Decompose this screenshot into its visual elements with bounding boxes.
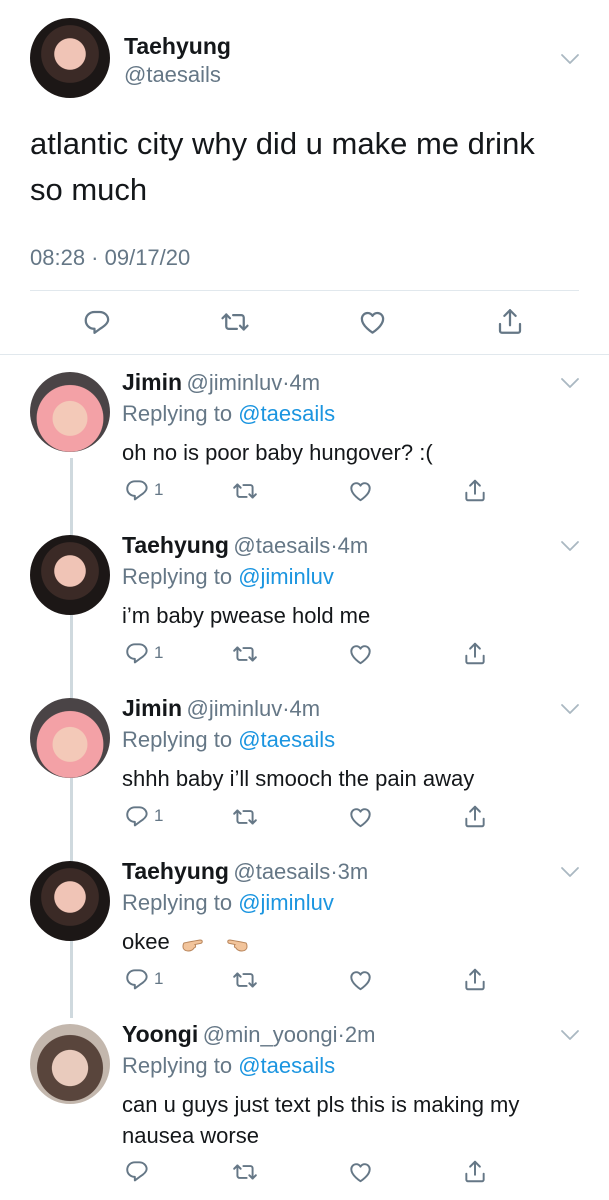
replying-to-link[interactable]: @taesails xyxy=(238,401,335,426)
reply-icon[interactable] xyxy=(82,307,112,337)
author-handle[interactable]: @taesails xyxy=(124,62,221,88)
avatar[interactable] xyxy=(30,1024,110,1104)
replying-prefix: Replying to xyxy=(122,727,233,752)
reply-time: 4m xyxy=(337,533,369,558)
replying-to-link[interactable]: @jiminluv xyxy=(238,890,334,915)
retweet-icon[interactable] xyxy=(231,478,259,504)
share-icon[interactable] xyxy=(495,306,525,337)
reply-icon[interactable] xyxy=(124,966,150,992)
replying-to: Replying to @taesails xyxy=(122,727,335,753)
author-handle[interactable]: @taesails xyxy=(233,859,330,884)
like-icon[interactable] xyxy=(347,1159,374,1185)
reply-time: 4m xyxy=(289,696,321,721)
reply-text: okee xyxy=(122,929,170,954)
reply-action[interactable]: 1 xyxy=(124,640,163,666)
chevron-down-icon[interactable] xyxy=(560,703,580,715)
separator-dot: · xyxy=(330,533,338,558)
reply-action[interactable]: 1 xyxy=(124,803,163,829)
author-handle[interactable]: @jiminluv xyxy=(187,696,283,721)
author-name[interactable]: Taehyung xyxy=(122,532,229,558)
retweet-icon[interactable] xyxy=(231,1159,259,1185)
reply-header: Jimin @jiminluv·4m xyxy=(122,369,320,396)
author-name[interactable]: Jimin xyxy=(122,695,182,721)
reply-text-row: okee xyxy=(122,926,582,957)
reply-time: 3m xyxy=(337,859,369,884)
replying-prefix: Replying to xyxy=(122,401,233,426)
replying-to: Replying to @jiminluv xyxy=(122,564,334,590)
reply-time: 2m xyxy=(344,1022,376,1047)
author-handle[interactable]: @min_yoongi xyxy=(203,1022,338,1047)
like-icon[interactable] xyxy=(347,804,374,830)
avatar[interactable] xyxy=(30,18,110,98)
author-name[interactable]: Jimin xyxy=(122,369,182,395)
share-icon[interactable] xyxy=(462,803,488,830)
chevron-down-icon[interactable] xyxy=(560,866,580,878)
separator-dot: · xyxy=(337,1022,345,1047)
chevron-down-icon[interactable] xyxy=(560,540,580,552)
avatar[interactable] xyxy=(30,372,110,452)
reply-action[interactable] xyxy=(124,1158,154,1184)
author-name[interactable]: Taehyung xyxy=(122,858,229,884)
author-handle[interactable]: @jiminluv xyxy=(187,370,283,395)
replying-to: Replying to @taesails xyxy=(122,401,335,427)
like-icon[interactable] xyxy=(357,307,388,337)
tweet-timestamp[interactable]: 08:28 · 09/17/20 xyxy=(30,245,190,271)
replying-prefix: Replying to xyxy=(122,890,233,915)
reply-icon[interactable] xyxy=(124,477,150,503)
reply-count: 1 xyxy=(154,643,164,662)
author-name[interactable]: Yoongi xyxy=(122,1021,198,1047)
reply-text: i’m baby pwease hold me xyxy=(122,603,371,628)
chevron-down-icon[interactable] xyxy=(560,1029,580,1041)
divider xyxy=(0,354,609,355)
separator-dot: · xyxy=(282,370,290,395)
reply-header: Taehyung @taesails·3m xyxy=(122,858,368,885)
share-icon[interactable] xyxy=(462,640,488,667)
reply-action[interactable]: 1 xyxy=(124,477,163,503)
divider xyxy=(30,290,579,291)
replying-to-link[interactable]: @jiminluv xyxy=(238,564,334,589)
reply-text: shhh baby i’ll smooch the pain away xyxy=(122,766,475,791)
retweet-icon[interactable] xyxy=(231,967,259,993)
replying-to-link[interactable]: @taesails xyxy=(238,727,335,752)
replying-to: Replying to @taesails xyxy=(122,1053,335,1079)
reply-text: oh no is poor baby hungover? :( xyxy=(122,440,433,465)
reply-icon[interactable] xyxy=(124,803,150,829)
author-name[interactable]: Taehyung xyxy=(124,33,231,60)
reply-header: Yoongi @min_yoongi·2m xyxy=(122,1021,375,1048)
avatar[interactable] xyxy=(30,535,110,615)
like-icon[interactable] xyxy=(347,478,374,504)
reply-count: 1 xyxy=(154,480,164,499)
separator-dot: · xyxy=(330,859,338,884)
pointing-fingers-emoji xyxy=(182,939,248,952)
reply-action[interactable]: 1 xyxy=(124,966,163,992)
like-icon[interactable] xyxy=(347,967,374,993)
replying-prefix: Replying to xyxy=(122,564,233,589)
replying-to-link[interactable]: @taesails xyxy=(238,1053,335,1078)
reply-time: 4m xyxy=(289,370,321,395)
avatar[interactable] xyxy=(30,861,110,941)
chevron-down-icon[interactable] xyxy=(560,377,580,389)
share-icon[interactable] xyxy=(462,966,488,993)
retweet-icon[interactable] xyxy=(219,307,251,337)
avatar[interactable] xyxy=(30,698,110,778)
author-handle[interactable]: @taesails xyxy=(233,533,330,558)
tweet-text: atlantic city why did u make me drink so… xyxy=(30,126,535,207)
retweet-icon[interactable] xyxy=(231,804,259,830)
replying-to: Replying to @jiminluv xyxy=(122,890,334,916)
reply-header: Jimin @jiminluv·4m xyxy=(122,695,320,722)
share-icon[interactable] xyxy=(462,477,488,504)
reply-count: 1 xyxy=(154,806,164,825)
reply-icon[interactable] xyxy=(124,1158,150,1184)
separator-dot: · xyxy=(282,696,290,721)
share-icon[interactable] xyxy=(462,1158,488,1185)
reply-header: Taehyung @taesails·4m xyxy=(122,532,368,559)
reply-count: 1 xyxy=(154,969,164,988)
like-icon[interactable] xyxy=(347,641,374,667)
reply-text: can u guys just text pls this is making … xyxy=(122,1092,520,1148)
replying-prefix: Replying to xyxy=(122,1053,233,1078)
retweet-icon[interactable] xyxy=(231,641,259,667)
reply-icon[interactable] xyxy=(124,640,150,666)
chevron-down-icon[interactable] xyxy=(560,53,580,65)
